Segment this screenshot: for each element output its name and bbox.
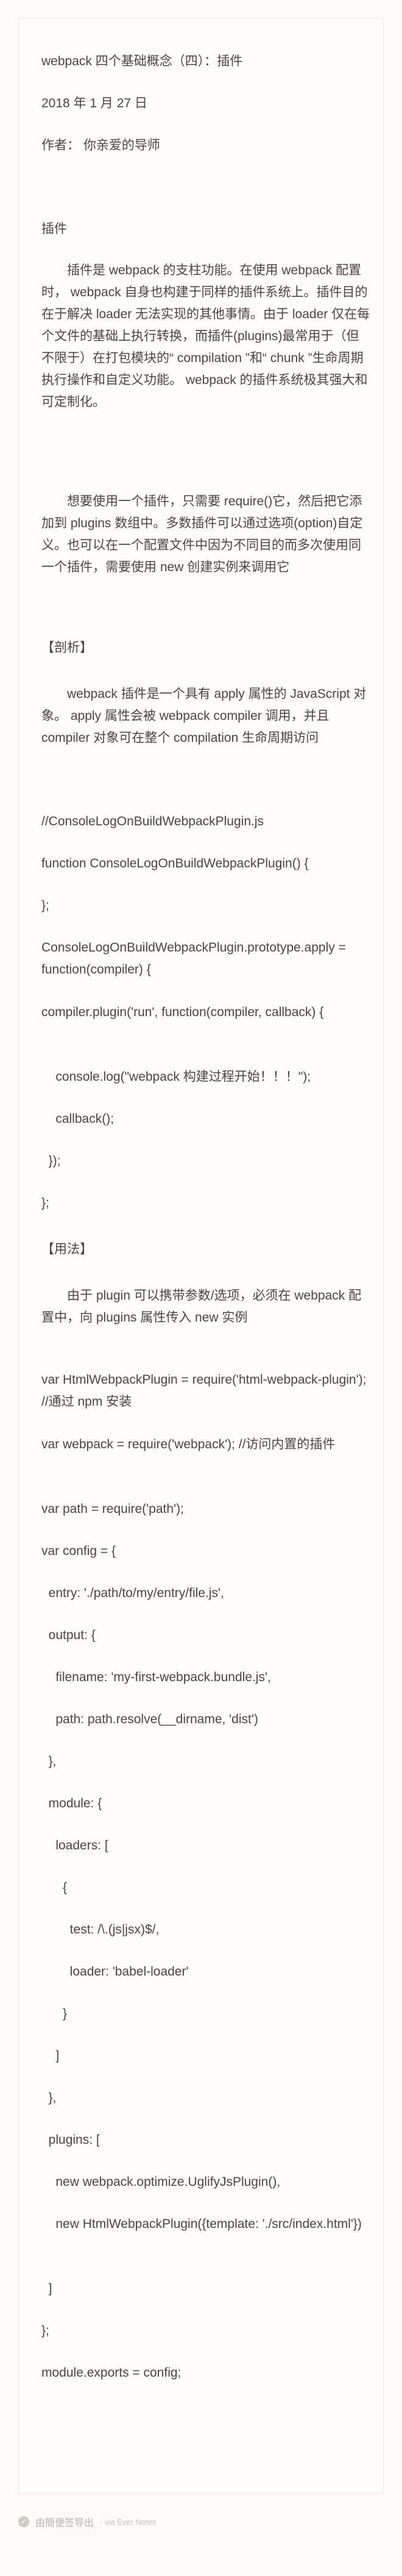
code-line: //ConsoleLogOnBuildWebpackPlugin.js [41,814,264,828]
analysis-paragraph: webpack 插件是一个具有 apply 属性的 JavaScript 对象。… [41,687,367,745]
analysis-heading: 【剖析】 [41,641,93,655]
code-line: plugins: [ [41,2133,100,2147]
code-line: ] [41,2282,52,2296]
note-date: 2018 年 1 月 27 日 [41,96,147,110]
code-line: console.log("webpack 构建过程开始！！！"); [41,1070,311,1084]
code-line: new webpack.optimize.UglifyJsPlugin(), [41,2175,281,2189]
code-line: ] [41,2049,60,2063]
section-heading: 插件 [41,222,67,236]
code-line: ConsoleLogOnBuildWebpackPlugin.prototype… [41,941,346,977]
code-line: { [41,1880,68,1895]
code-line: var HtmlWebpackPlugin = require('html-we… [41,1373,367,1409]
export-footer: ✓ 由簡便签导出 - via Ever Notes [18,2514,157,2529]
code-line: callback(); [41,1112,115,1126]
note-author: 作者： 你亲爱的导师 [41,138,160,152]
code-line: test: /\.(js|jsx)$/, [41,1923,160,1937]
code-line: var webpack = require('webpack'); //访问内置… [41,1437,336,1451]
code-line: var path = require('path'); [41,1502,184,1516]
usage-paragraph: 想要使用一个插件，只需要 require()它，然后把它添加到 plugins … [41,494,363,574]
code-line: }, [41,2091,57,2105]
code-line: entry: './path/to/my/entry/file.js', [41,1586,224,1600]
code-line: loaders: [ [41,1838,108,1852]
code-line: }); [41,1154,61,1168]
footer-via: - via Ever Notes [100,2517,157,2527]
note-title: webpack 四个基础概念（四）：插件 [41,54,243,68]
code-line: filename: 'my-first-webpack.bundle.js', [41,1670,271,1684]
app-logo-icon: ✓ [18,2516,29,2527]
code-line: function ConsoleLogOnBuildWebpackPlugin(… [41,856,309,870]
intro-paragraph: 插件是 webpack 的支柱功能。在使用 webpack 配置时， webpa… [41,263,370,409]
code-line: var config = { [41,1544,116,1558]
code-line: module: { [41,1796,102,1810]
usage-paragraph-2: 由于 plugin 可以携带参数/选项，必须在 webpack 配置中，向 pl… [41,1289,362,1325]
code-line: new HtmlWebpackPlugin({template: './src/… [41,2217,362,2231]
code-line: } [41,2007,68,2021]
code-line: output: { [41,1628,96,1642]
code-line: compiler.plugin('run', function(compiler… [41,1005,324,1019]
code-line: loader: 'babel-loader' [41,1965,189,1979]
code-line: }; [41,1196,49,1210]
code-line: }, [41,1754,57,1768]
footer-brand: 由簡便签导出 [35,2518,94,2528]
usage-heading: 【用法】 [41,1242,93,1256]
code-line: module.exports = config; [41,2366,182,2380]
code-line: }; [41,2324,49,2338]
code-line: path: path.resolve(__dirname, 'dist') [41,1712,258,1726]
code-line: }; [41,898,49,913]
